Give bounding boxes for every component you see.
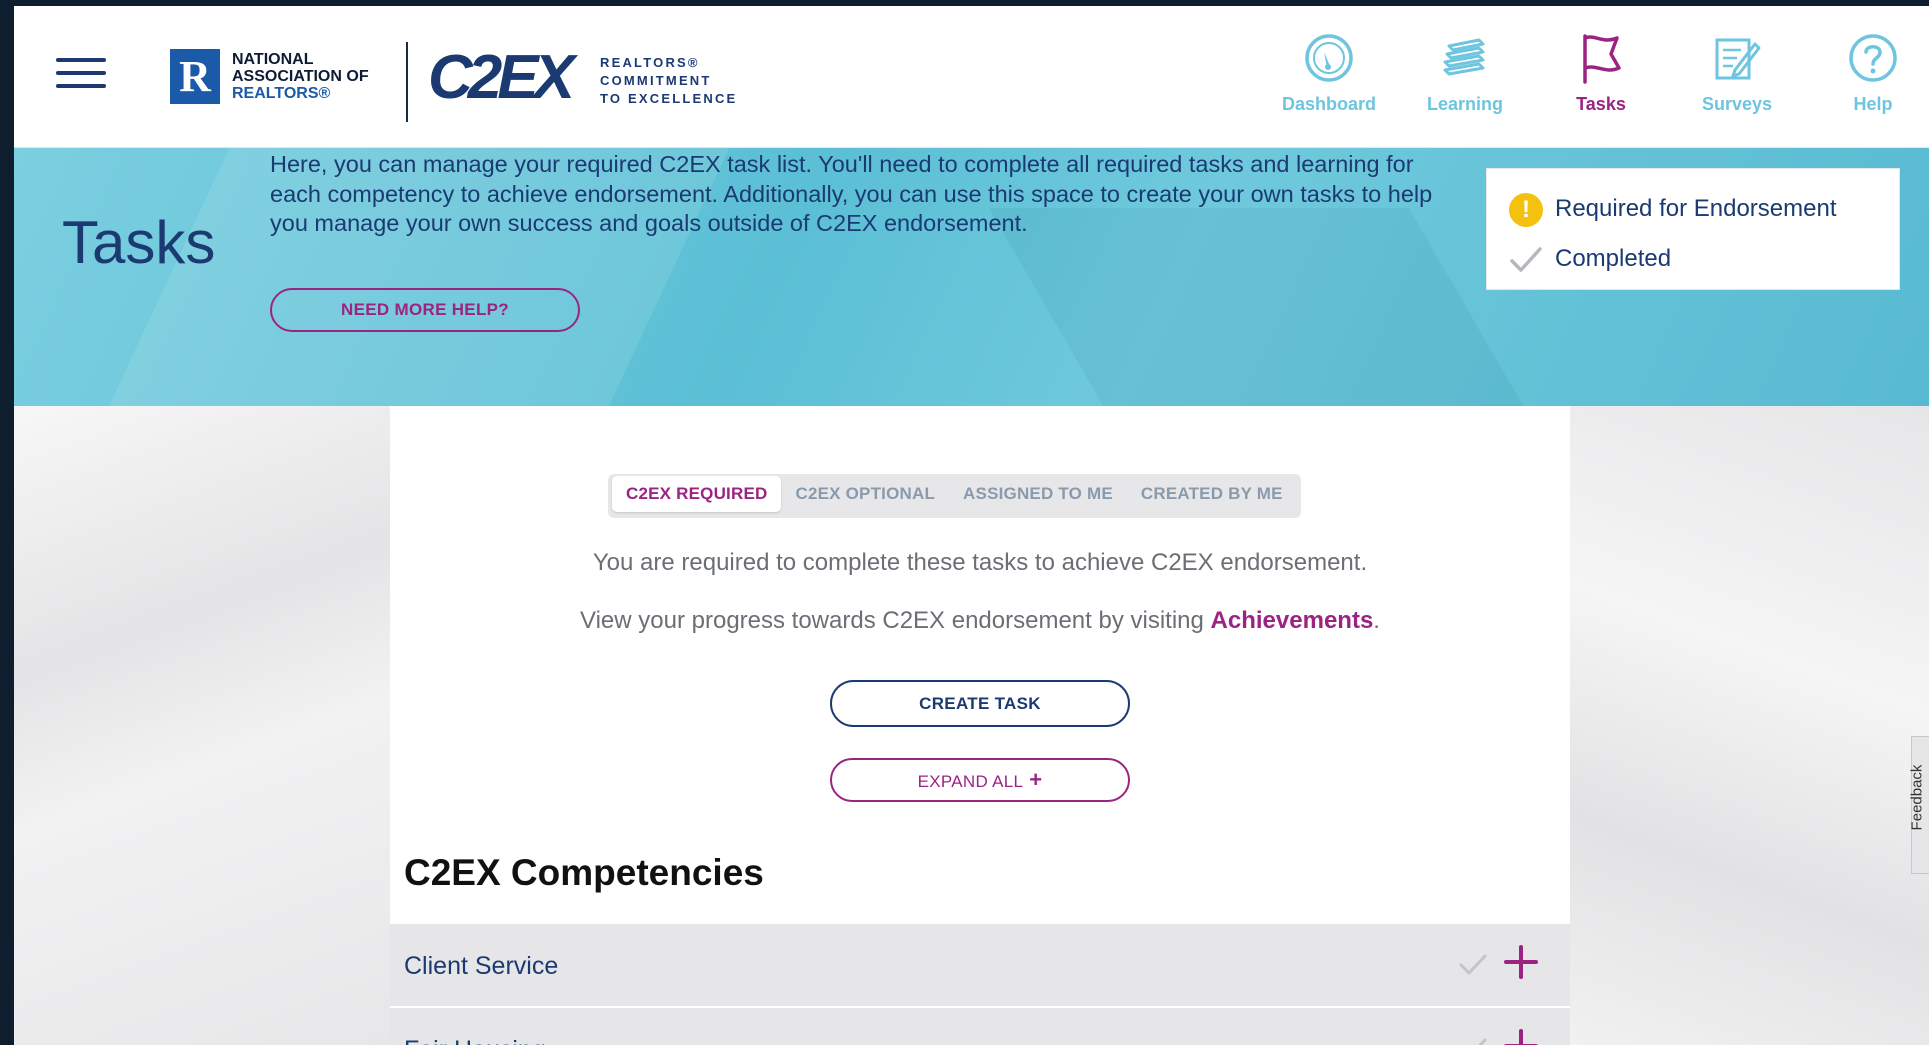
dashboard-icon xyxy=(1305,34,1353,82)
task-tabs: C2EX REQUIRED C2EX OPTIONAL ASSIGNED TO ME… xyxy=(608,474,1301,518)
nav-surveys[interactable]: Surveys xyxy=(1677,32,1797,115)
competency-row[interactable]: Client Service xyxy=(390,924,1570,1006)
check-icon xyxy=(1459,954,1487,975)
status-legend: ! Required for Endorsement Completed xyxy=(1486,168,1900,290)
progress-info-text: View your progress towards C2EX endorsem… xyxy=(580,607,1204,634)
check-icon xyxy=(1510,246,1542,272)
tab-created-by-me[interactable]: CREATED BY ME xyxy=(1127,476,1297,512)
achievements-link[interactable]: Achievements xyxy=(1211,607,1374,634)
logo-divider xyxy=(406,42,408,122)
c2ex-tag-line1: REALTORS® xyxy=(600,55,700,70)
check-icon xyxy=(1478,1038,1487,1045)
c2ex-tag-line3: TO EXCELLENCE xyxy=(600,91,738,106)
feedback-label: Feedback xyxy=(1908,764,1926,831)
create-task-button[interactable]: CREATE TASK xyxy=(830,680,1130,727)
nav-learning[interactable]: Learning xyxy=(1405,32,1525,115)
app-frame: R NATIONAL ASSOCIATION OF REALTORS® C2EX… xyxy=(14,6,1929,1045)
legend-required-label: Required for Endorsement xyxy=(1555,195,1837,222)
required-info-text: You are required to complete these tasks… xyxy=(592,549,1368,576)
nav-tasks[interactable]: Tasks xyxy=(1541,32,1661,115)
competency-label: Fair Housing xyxy=(404,1008,546,1045)
expand-plus-icon[interactable] xyxy=(1503,1028,1539,1045)
nar-logo-line3: REALTORS® xyxy=(232,85,331,102)
feedback-tab[interactable]: Feedback xyxy=(1908,736,1929,874)
expand-all-label: EXPAND ALL xyxy=(917,772,1024,791)
page-description: Here, you can manage your required C2EX … xyxy=(270,151,1433,236)
nar-logo[interactable]: R NATIONAL ASSOCIATION OF REALTORS® xyxy=(170,49,410,109)
page-title: Tasks xyxy=(62,209,216,276)
tab-assigned-to-me[interactable]: ASSIGNED TO ME xyxy=(949,476,1127,512)
legend-required: ! Required for Endorsement xyxy=(1509,191,1836,227)
competency-label: Client Service xyxy=(404,952,559,980)
need-more-help-button[interactable]: NEED MORE HELP? xyxy=(270,288,580,332)
menu-icon[interactable] xyxy=(56,58,106,92)
tab-c2ex-optional[interactable]: C2EX OPTIONAL xyxy=(781,476,949,512)
nav-help[interactable]: Help xyxy=(1813,32,1929,115)
nav-surveys-label: Surveys xyxy=(1701,94,1773,114)
c2ex-wordmark: C2EX xyxy=(428,43,575,112)
legend-completed: Completed xyxy=(1509,241,1671,277)
competency-row[interactable]: Fair Housing xyxy=(390,1008,1570,1045)
top-header: R NATIONAL ASSOCIATION OF REALTORS® C2EX… xyxy=(14,6,1929,148)
expand-all-button[interactable]: EXPAND ALL + xyxy=(830,758,1130,802)
tab-c2ex-required[interactable]: C2EX REQUIRED xyxy=(612,476,782,512)
section-title: C2EX Competencies xyxy=(404,852,764,893)
expand-plus-icon[interactable] xyxy=(1503,944,1539,980)
flag-icon xyxy=(1583,34,1621,84)
help-icon xyxy=(1849,34,1897,82)
c2ex-tag-line2: COMMITMENT xyxy=(600,73,712,88)
nar-logo-line2: ASSOCIATION OF xyxy=(232,68,369,85)
nav-help-label: Help xyxy=(1853,94,1893,114)
nar-logo-line1: NATIONAL xyxy=(232,51,314,68)
nav-tasks-label: Tasks xyxy=(1576,94,1626,114)
nar-r-mark: R xyxy=(170,49,220,104)
background-right xyxy=(1570,406,1929,1045)
warning-icon: ! xyxy=(1509,192,1543,227)
progress-info-end: . xyxy=(1373,607,1380,634)
nav-dashboard[interactable]: Dashboard xyxy=(1269,32,1389,115)
legend-completed-label: Completed xyxy=(1555,245,1672,272)
learning-icon xyxy=(1443,38,1485,76)
progress-info: View your progress towards C2EX endorsem… xyxy=(390,607,1570,635)
nav-dashboard-label: Dashboard xyxy=(1281,94,1377,114)
background-left xyxy=(14,406,390,1045)
nav-learning-label: Learning xyxy=(1426,94,1503,114)
surveys-icon xyxy=(1715,38,1761,80)
tasks-content: C2EX REQUIRED C2EX OPTIONAL ASSIGNED TO ME… xyxy=(390,406,1570,1045)
page-banner: Tasks Here, you can manage your required… xyxy=(14,148,1929,406)
plus-icon: + xyxy=(1029,767,1043,792)
